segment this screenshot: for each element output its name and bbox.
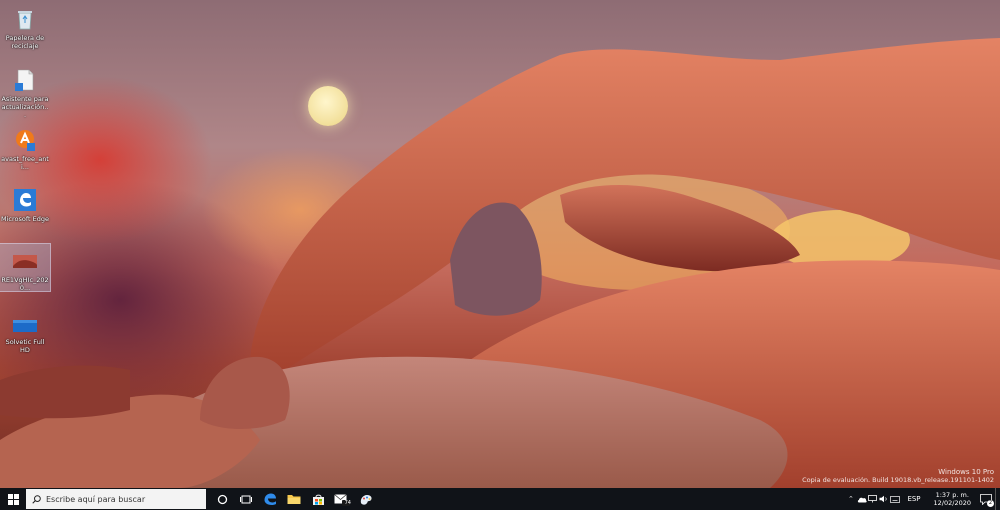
image-file-icon <box>12 248 38 274</box>
keyboard-icon <box>890 495 900 503</box>
watermark-build: Copia de evaluación. Build 19018.vb_rele… <box>802 476 994 484</box>
taskbar-store-button[interactable] <box>306 488 330 510</box>
system-tray: ⌃ ESP 1:37 p. m. 12/02/2020 2 <box>845 488 1000 510</box>
input-language-indicator[interactable]: ESP <box>900 495 927 503</box>
taskbar-search-box[interactable] <box>26 489 206 509</box>
show-desktop-button[interactable] <box>995 488 1000 510</box>
mail-badge: 74 <box>344 500 351 506</box>
clock-time: 1:37 p. m. <box>935 491 969 499</box>
network-tray-button[interactable] <box>867 488 878 510</box>
taskbar-edge-button[interactable] <box>258 488 282 510</box>
wallpaper-rock-arch <box>0 38 1000 488</box>
edge-icon <box>12 187 38 213</box>
desktop-icon-label: RE1VgHIc_2020... <box>1 276 49 292</box>
windows-logo-icon <box>7 493 19 505</box>
desktop-icon-label: Asistente para actualización... <box>1 95 49 119</box>
cloud-icon <box>857 497 867 502</box>
desktop-icon-label: Solvetic Full HD <box>5 338 45 354</box>
search-input[interactable] <box>41 494 196 504</box>
recycle-bin-icon <box>12 6 38 32</box>
file-explorer-icon <box>287 495 301 504</box>
keyboard-tray-button[interactable] <box>889 488 900 510</box>
clock-date: 12/02/2020 <box>933 499 971 507</box>
cortana-icon <box>217 494 227 504</box>
taskbar: 74 ⌃ <box>0 488 1000 510</box>
edge-icon <box>264 493 276 505</box>
task-view-button[interactable] <box>234 488 258 510</box>
avast-icon <box>12 127 38 153</box>
evaluation-watermark: Windows 10 Pro Copia de evaluación. Buil… <box>802 468 994 484</box>
desktop-icon-label: Microsoft Edge <box>1 215 50 223</box>
action-center-button[interactable]: 2 <box>977 488 995 510</box>
taskbar-mail-button[interactable]: 74 <box>330 488 354 510</box>
show-hidden-icons-button[interactable]: ⌃ <box>845 488 856 510</box>
desktop-icon-solvetic[interactable]: Solvetic Full HD <box>0 306 50 354</box>
image-file-icon <box>12 310 38 336</box>
desktop-icon-edge[interactable]: Microsoft Edge <box>0 183 50 223</box>
update-assistant-icon <box>12 67 38 93</box>
speaker-icon <box>879 495 888 503</box>
watermark-title: Windows 10 Pro <box>938 468 994 476</box>
desktop-icon-recycle-bin[interactable]: Papelera de reciclaje <box>0 2 50 50</box>
task-view-icon <box>240 495 252 503</box>
cortana-button[interactable] <box>210 488 234 510</box>
desktop-icon-label: Papelera de reciclaje <box>5 34 45 50</box>
chevron-up-icon: ⌃ <box>848 495 854 503</box>
desktop-wallpaper <box>0 0 1000 488</box>
notification-count-badge: 2 <box>987 500 994 507</box>
paint-icon <box>360 494 372 505</box>
start-button[interactable] <box>0 488 26 510</box>
desktop-icon-image-file[interactable]: RE1VgHIc_2020... <box>0 243 51 292</box>
desktop-icon-label: avast_free_anti... <box>1 155 49 171</box>
desktop-icon-update-assistant[interactable]: Asistente para actualización... <box>0 63 50 119</box>
search-icon <box>32 494 41 504</box>
network-icon <box>868 495 878 503</box>
taskbar-file-explorer-button[interactable] <box>282 488 306 510</box>
taskbar-paint-button[interactable] <box>354 488 378 510</box>
desktop-icon-avast[interactable]: avast_free_anti... <box>0 123 50 171</box>
onedrive-tray-button[interactable] <box>856 488 867 510</box>
taskbar-clock[interactable]: 1:37 p. m. 12/02/2020 <box>928 491 977 507</box>
volume-tray-button[interactable] <box>878 488 889 510</box>
store-icon <box>312 494 324 505</box>
